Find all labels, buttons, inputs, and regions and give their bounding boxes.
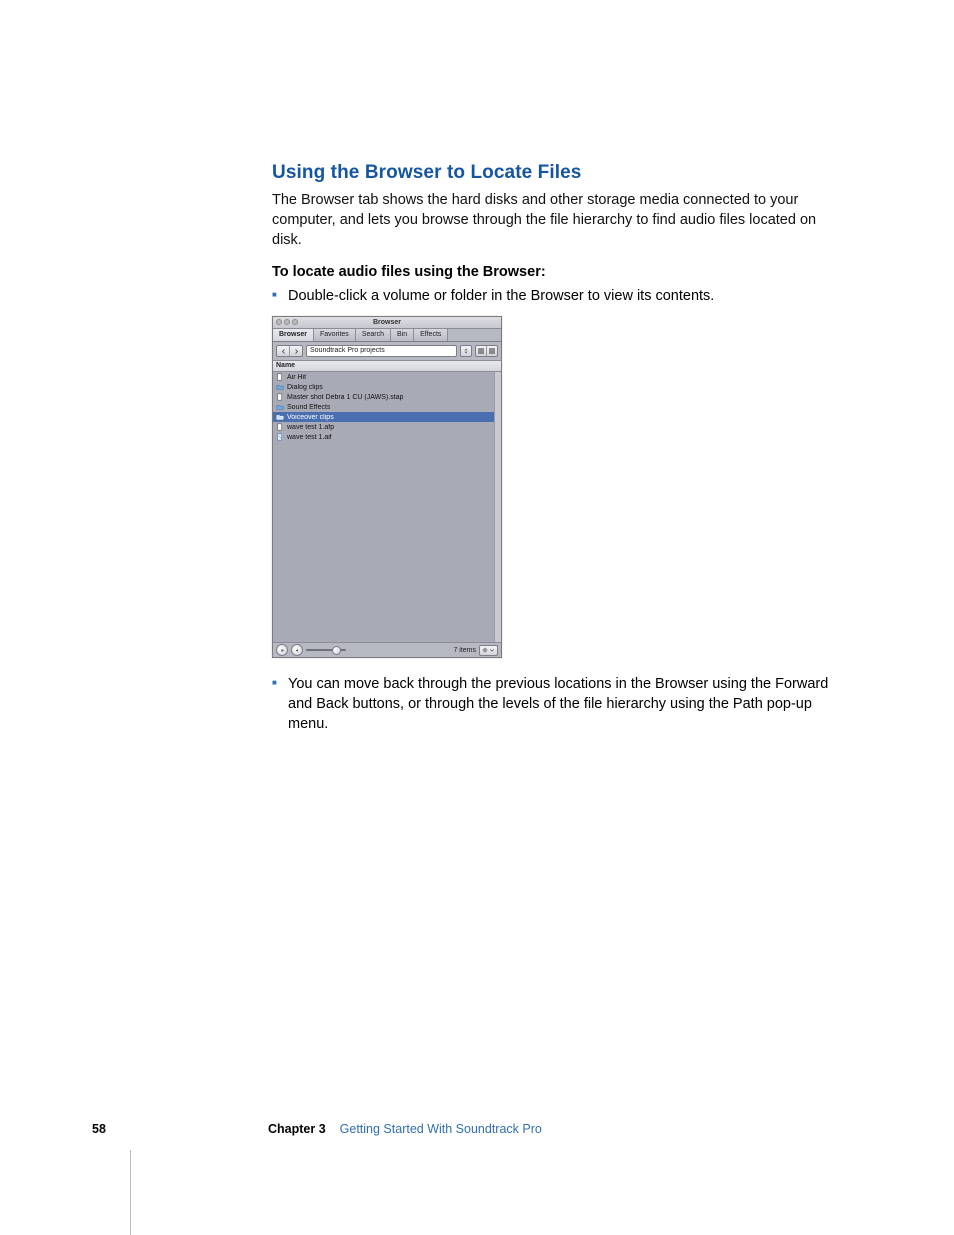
view-column-button[interactable]: [487, 346, 497, 356]
zoom-icon[interactable]: [292, 319, 298, 325]
step-list-1: Double-click a volume or folder in the B…: [272, 286, 842, 306]
list-item[interactable]: Air Hit: [273, 372, 501, 382]
folder-icon: [276, 413, 284, 421]
chevron-left-icon: [281, 349, 286, 354]
tab-effects[interactable]: Effects: [414, 329, 448, 341]
panel-tabs: Browser Favorites Search Bin Effects: [273, 329, 501, 342]
chevron-down-icon: [489, 647, 495, 653]
file-icon: [276, 423, 284, 431]
file-label: Air Hit: [287, 374, 306, 381]
view-mode-buttons: [475, 345, 498, 357]
chevron-right-icon: [294, 349, 299, 354]
volume-slider[interactable]: [306, 649, 346, 651]
path-history-button[interactable]: [460, 345, 472, 357]
file-list: Air Hit Dialog clips Master shot Debra 1…: [273, 372, 501, 642]
folder-icon: [276, 403, 284, 411]
volume-thumb[interactable]: [332, 646, 341, 655]
nav-buttons: [276, 345, 303, 357]
panel-title: Browser: [373, 319, 401, 326]
step-item: Double-click a volume or folder in the B…: [272, 286, 842, 306]
speaker-icon: [295, 648, 300, 653]
document-page: Using the Browser to Locate Files The Br…: [0, 0, 954, 1235]
file-label: Voiceover clips: [287, 414, 334, 421]
window-controls[interactable]: [276, 319, 298, 325]
list-item[interactable]: Voiceover clips: [273, 412, 501, 422]
back-button[interactable]: [277, 346, 290, 356]
list-item[interactable]: Sound Effects: [273, 402, 501, 412]
forward-button[interactable]: [290, 346, 302, 356]
list-item[interactable]: Dialog clips: [273, 382, 501, 392]
play-icon: [280, 648, 285, 653]
step-list-2: You can move back through the previous l…: [272, 674, 842, 734]
updown-icon: [463, 348, 469, 354]
column-header-name[interactable]: Name: [273, 361, 501, 372]
section-heading: Using the Browser to Locate Files: [272, 162, 842, 184]
step-item: You can move back through the previous l…: [272, 674, 842, 734]
tab-browser[interactable]: Browser: [273, 329, 314, 341]
file-label: Dialog clips: [287, 384, 323, 391]
tab-bin[interactable]: Bin: [391, 329, 414, 341]
panel-footer: 7 items: [273, 642, 501, 657]
page-number: 58: [92, 1122, 268, 1136]
columns-icon: [487, 346, 497, 356]
folder-icon: [276, 383, 284, 391]
tab-search[interactable]: Search: [356, 329, 391, 341]
minimize-icon[interactable]: [284, 319, 290, 325]
vertical-rule: [130, 1150, 131, 1235]
media-action-menu[interactable]: [479, 645, 498, 656]
view-list-button[interactable]: [476, 346, 487, 356]
tab-favorites[interactable]: Favorites: [314, 329, 356, 341]
intro-paragraph: The Browser tab shows the hard disks and…: [272, 190, 842, 250]
content-column: Using the Browser to Locate Files The Br…: [272, 162, 842, 744]
panel-titlebar: Browser: [273, 317, 501, 329]
chapter-label: Chapter 3: [268, 1122, 326, 1136]
tab-spacer: [448, 329, 501, 341]
preview-loop-button[interactable]: [291, 644, 303, 656]
procedure-heading: To locate audio files using the Browser:: [272, 264, 842, 280]
file-icon: [276, 393, 284, 401]
list-item[interactable]: Master shot Debra 1 CU (JAWS).stap: [273, 392, 501, 402]
path-bar: Soundtrack Pro projects: [273, 342, 501, 361]
file-label: Sound Effects: [287, 404, 330, 411]
preview-play-button[interactable]: [276, 644, 288, 656]
path-right-group: [475, 345, 498, 357]
list-item[interactable]: wave test 1.aif: [273, 432, 501, 442]
page-footer: 58 Chapter 3 Getting Started With Soundt…: [92, 1122, 852, 1136]
list-item[interactable]: wave test 1.afp: [273, 422, 501, 432]
browser-panel: Browser Browser Favorites Search Bin Eff…: [272, 316, 502, 658]
gear-icon: [482, 647, 488, 653]
scrollbar[interactable]: [494, 372, 501, 642]
file-label: wave test 1.aif: [287, 434, 332, 441]
list-icon: [476, 346, 486, 356]
path-popup[interactable]: Soundtrack Pro projects: [306, 345, 457, 357]
file-icon: [276, 373, 284, 381]
chapter-title: Getting Started With Soundtrack Pro: [340, 1122, 542, 1136]
item-count: 7 items: [453, 647, 476, 654]
file-label: Master shot Debra 1 CU (JAWS).stap: [287, 394, 403, 401]
close-icon[interactable]: [276, 319, 282, 325]
file-label: wave test 1.afp: [287, 424, 334, 431]
audio-file-icon: [276, 433, 284, 441]
